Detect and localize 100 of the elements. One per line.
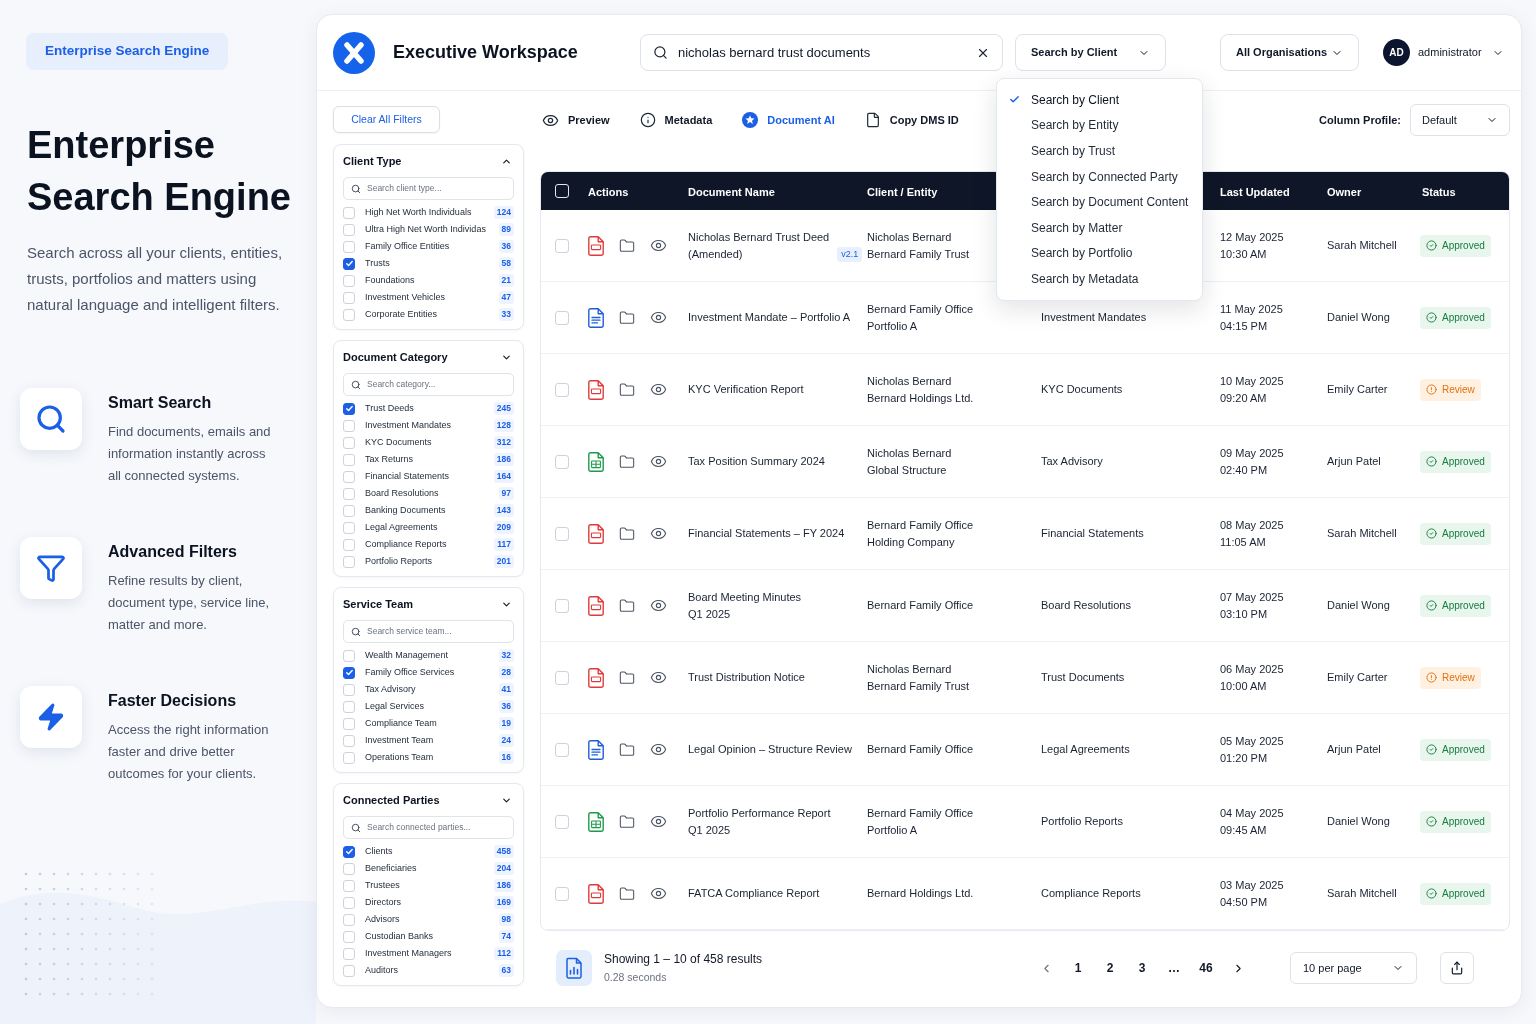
checkbox[interactable]	[343, 402, 355, 415]
file-icon[interactable]	[588, 811, 604, 832]
checkbox[interactable]	[343, 666, 355, 679]
eye-icon[interactable]	[650, 237, 667, 254]
filter-search-field[interactable]: Search connected parties...	[343, 816, 514, 839]
folder-icon[interactable]	[619, 813, 635, 830]
filter-search-field[interactable]: Search client type...	[343, 177, 514, 200]
folder-icon[interactable]	[619, 237, 635, 254]
status-text: Approved	[1442, 455, 1485, 469]
document-chart-icon	[556, 950, 592, 986]
document-name[interactable]: Trust Distribution Notice	[688, 669, 805, 686]
folder-icon[interactable]	[619, 597, 635, 614]
column-header: Actions	[588, 186, 629, 198]
page-button[interactable]: 1	[1065, 955, 1091, 981]
clear-filters-button[interactable]: Clear All Filters	[333, 106, 440, 133]
preview-button[interactable]: Preview	[542, 111, 610, 129]
eye-icon[interactable]	[650, 597, 667, 614]
page-button[interactable]: …	[1161, 955, 1187, 981]
user-avatar[interactable]: AD	[1383, 39, 1410, 66]
filter-search-input[interactable]: Search category...	[367, 378, 506, 391]
menu-item[interactable]: Search by Document Content	[997, 189, 1202, 215]
folder-icon[interactable]	[619, 885, 635, 902]
column-profile-select[interactable]: Default	[1410, 104, 1510, 136]
eye-icon[interactable]	[650, 453, 667, 470]
eye-icon[interactable]	[650, 813, 667, 830]
file-icon[interactable]	[588, 307, 604, 328]
document-name[interactable]: Legal Opinion – Structure Review	[688, 741, 852, 758]
item-count: 33	[498, 308, 514, 321]
metadata-button[interactable]: Metadata	[639, 111, 713, 129]
eye-icon[interactable]	[650, 885, 667, 902]
checkbox[interactable]	[343, 257, 355, 270]
organisation-select[interactable]: All Organisations	[1220, 34, 1359, 71]
folder-icon[interactable]	[619, 381, 635, 398]
category-text: KYC Documents	[1041, 383, 1123, 395]
document-name[interactable]: Tax Position Summary 2024	[688, 453, 825, 470]
folder-icon[interactable]	[619, 741, 635, 758]
menu-item[interactable]: Search by Matter	[997, 214, 1202, 241]
search-mode-select[interactable]: Search by Client	[1015, 34, 1166, 71]
eye-icon[interactable]	[650, 669, 667, 686]
filter-search-input[interactable]: Search connected parties...	[367, 821, 506, 834]
document-name[interactable]: KYC Verification Report	[688, 381, 804, 398]
page-size-select[interactable]: 10 per page	[1290, 952, 1417, 984]
document-name[interactable]: Board Meeting Minutes Q1 2025	[688, 588, 802, 623]
eye-icon[interactable]	[650, 309, 667, 326]
user-name[interactable]: administrator	[1418, 44, 1482, 61]
category-text: Board Resolutions	[1041, 599, 1131, 611]
folder-icon[interactable]	[619, 525, 635, 542]
menu-item[interactable]: Search by Metadata	[997, 266, 1202, 292]
file-icon[interactable]	[588, 523, 604, 544]
filter-search-input[interactable]: Search service team...	[367, 625, 506, 638]
eye-icon[interactable]	[650, 525, 667, 542]
document-name[interactable]: Portfolio Performance Report Q1 2025	[688, 804, 831, 839]
search-input[interactable]: nicholas bernard trust documents	[678, 42, 966, 63]
search-icon	[351, 379, 361, 390]
filter-search-field[interactable]: Search service team...	[343, 620, 514, 643]
filter-option-label: Investment Managers	[365, 946, 453, 960]
menu-item[interactable]: Search by Portfolio	[997, 240, 1202, 267]
filter-option-label: Directors	[365, 895, 402, 909]
results-timing: 0.28 seconds	[604, 970, 668, 985]
menu-item[interactable]: Search by Entity	[997, 112, 1202, 139]
document-name[interactable]: Financial Statements – FY 2024	[688, 525, 845, 542]
item-count: 209	[493, 521, 514, 534]
filter-title: Connected Parties	[343, 792, 440, 808]
file-icon[interactable]	[588, 595, 604, 616]
document-name[interactable]: Investment Mandate – Portfolio A	[688, 309, 851, 326]
item-count: 117	[494, 538, 514, 551]
folder-icon[interactable]	[619, 309, 635, 326]
eye-icon[interactable]	[650, 741, 667, 758]
menu-item[interactable]: Search by Client	[997, 87, 1202, 113]
copy-id-button[interactable]: Copy DMS ID	[864, 111, 959, 129]
menu-item[interactable]: Search by Connected Party	[997, 163, 1202, 190]
file-icon[interactable]	[588, 379, 604, 400]
item-count: 128	[493, 419, 514, 432]
item-count: 58	[498, 257, 514, 270]
filter-option-label: Investment Team	[365, 733, 435, 747]
file-icon[interactable]	[588, 739, 604, 760]
export-button[interactable]	[1440, 952, 1474, 984]
page-button[interactable]: 2	[1097, 955, 1123, 981]
menu-item[interactable]: Search by Trust	[997, 138, 1202, 164]
filter-option-label: Compliance Team	[365, 716, 438, 730]
page-button[interactable]: 3	[1129, 955, 1155, 981]
feature-title: Faster Decisions	[108, 691, 238, 711]
filter-search-field[interactable]: Search category...	[343, 373, 514, 396]
file-icon[interactable]	[588, 235, 604, 256]
document-name[interactable]: FATCA Compliance Report	[688, 885, 820, 902]
document-ai-button[interactable]: Document AI	[742, 111, 835, 129]
filter-search-input[interactable]: Search client type...	[367, 182, 506, 195]
eye-icon[interactable]	[650, 381, 667, 398]
file-icon[interactable]	[588, 667, 604, 688]
file-icon[interactable]	[588, 883, 604, 904]
folder-icon[interactable]	[619, 669, 635, 686]
filter-title: Service Team	[343, 596, 414, 612]
file-icon[interactable]	[588, 451, 604, 472]
folder-icon[interactable]	[619, 453, 635, 470]
search-field[interactable]: nicholas bernard trust documents	[640, 34, 1003, 71]
owner-name: Sarah Mitchell	[1327, 527, 1397, 539]
page-button[interactable]: 46	[1193, 955, 1219, 981]
client-entity-text: Bernard Family Office Holding Company	[867, 517, 974, 550]
document-name[interactable]: Nicholas Bernard Trust Deed (Amended)	[688, 228, 830, 263]
checkbox[interactable]	[343, 845, 355, 858]
